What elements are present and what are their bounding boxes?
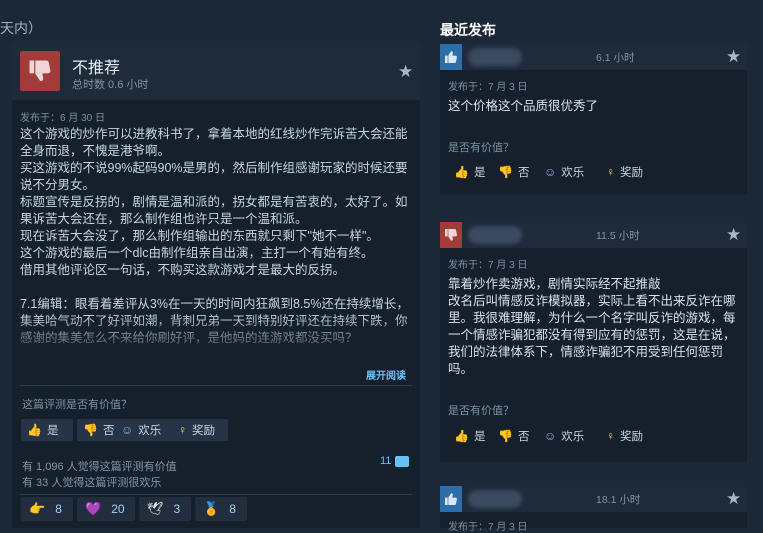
thumbs-down-icon: 👎: [498, 429, 513, 443]
vote-funny-button[interactable]: ☺ 欢乐: [538, 425, 596, 447]
posted-date: 发布于：7 月 3 日: [448, 522, 528, 533]
vote-funny-button[interactable]: ☺ 欢乐: [115, 419, 179, 441]
vote-funny-label: 欢乐: [561, 167, 585, 179]
section-title: 最近发布: [440, 22, 496, 38]
award-badge[interactable]: 🕊 3: [139, 497, 191, 521]
award-count: 8: [55, 502, 62, 516]
thumbs-up-icon: 👍: [454, 429, 469, 443]
star-icon[interactable]: ★: [726, 489, 741, 509]
recent-review-card: 11.5 小时 ★ 发布于：7 月 3 日 靠着炒作卖游戏，剧情实际经不起推敲 …: [440, 222, 747, 462]
award-badge[interactable]: 💜 20: [77, 497, 135, 521]
thumbs-up-icon: 👍: [27, 423, 42, 437]
main-review-card: 不推荐 总时数 0.6 小时 ★ 发布于：6 月 30 日 这个游戏的炒作可以进…: [12, 42, 420, 528]
recent-review-card: 18.1 小时 ★ 发布于：7 月 3 日: [440, 486, 747, 533]
vote-yes-label: 是: [473, 431, 486, 443]
avatar: [468, 490, 522, 508]
thumbs-down-icon: [20, 51, 60, 91]
helpful-question: 这篇评测是否有价值？: [22, 399, 132, 411]
divider: [20, 494, 412, 495]
award-icon: ♀: [606, 429, 615, 443]
posted-date: 发布于：7 月 3 日: [448, 260, 528, 271]
page-title-fragment: 天内）: [0, 20, 42, 36]
review-verdict: 不推荐: [72, 60, 121, 77]
review-header: 不推荐 总时数 0.6 小时 ★: [12, 42, 420, 100]
posted-date: 发布于：6 月 30 日: [20, 113, 106, 124]
award-button[interactable]: ♀ 奖励: [600, 161, 656, 183]
thumbs-down-icon: [440, 222, 462, 248]
avatar: [468, 226, 522, 244]
posted-date: 发布于：7 月 3 日: [448, 82, 528, 93]
award-count: 20: [111, 502, 125, 516]
vote-no-button[interactable]: 👎 否: [492, 161, 536, 183]
award-label: 奖励: [620, 167, 643, 179]
avatar: [468, 48, 522, 66]
star-icon[interactable]: ★: [398, 62, 413, 82]
vote-yes-button[interactable]: 👍 是: [21, 419, 73, 441]
comments-link[interactable]: 11: [380, 455, 410, 467]
award-icon: ♀: [178, 423, 187, 437]
thumbs-up-icon: [440, 486, 462, 512]
heart-hands-icon: 💜: [85, 501, 102, 516]
thumbs-down-icon: 👎: [83, 423, 98, 437]
playtime-hours: 总时数 0.6 小时: [72, 79, 149, 91]
review-text: 这个价格这个品质很优秀了: [448, 99, 599, 113]
funny-count: 有 33 人觉得这篇评测很欢乐: [22, 477, 162, 489]
award-badge[interactable]: 👉 8: [21, 497, 73, 521]
vote-funny-label: 欢乐: [138, 425, 162, 437]
review-header: 6.1 小时 ★: [440, 44, 747, 70]
smiley-icon: ☺: [121, 423, 134, 437]
award-label: 奖励: [620, 431, 643, 443]
award-badge[interactable]: 🏅 8: [195, 497, 247, 521]
playtime-hours: 11.5 小时: [596, 230, 640, 242]
review-header: 11.5 小时 ★: [440, 222, 747, 248]
expand-review-link[interactable]: 展开阅读: [366, 367, 406, 382]
award-count: 8: [229, 502, 236, 516]
thumbs-up-icon: 👍: [454, 165, 469, 179]
star-icon[interactable]: ★: [726, 225, 741, 245]
thumbs-up-icon: [440, 44, 462, 70]
comment-count: 11: [380, 455, 392, 467]
wings-icon: 🕊: [147, 501, 164, 516]
award-label: 奖励: [192, 425, 215, 437]
vote-no-button[interactable]: 👎 否: [492, 425, 536, 447]
smiley-icon: ☺: [544, 429, 557, 443]
award-count: 3: [173, 502, 181, 516]
vote-yes-button[interactable]: 👍 是: [448, 425, 492, 447]
vote-no-label: 否: [102, 425, 115, 437]
vote-funny-button[interactable]: ☺ 欢乐: [538, 161, 596, 183]
vote-funny-label: 欢乐: [561, 431, 585, 443]
review-text: 靠着炒作卖游戏，剧情实际经不起推敲 改名后叫情感反诈模拟器，实际上看不出来反诈在…: [448, 277, 736, 376]
vote-yes-label: 是: [473, 167, 486, 179]
divider: [20, 385, 412, 386]
comment-icon: [395, 455, 410, 467]
vote-yes-label: 是: [46, 425, 59, 437]
helpful-count: 有 1,096 人觉得这篇评测有价值: [22, 461, 177, 473]
helpful-question: 是否有价值？: [448, 405, 514, 417]
vote-no-label: 否: [517, 167, 530, 179]
review-header: 18.1 小时 ★: [440, 486, 747, 512]
text-fade: [12, 314, 420, 358]
review-body: 这个游戏的炒作可以进教科书了，拿着本地的红线炒作完诉苦大会还能全身而退，不愧是港…: [20, 127, 409, 345]
recent-review-card: 6.1 小时 ★ 发布于：7 月 3 日 这个价格这个品质很优秀了 是否有价值？…: [440, 44, 747, 194]
helpful-question: 是否有价值？: [448, 142, 514, 154]
medal-icon: 🏅: [203, 501, 220, 516]
vote-no-label: 否: [517, 431, 530, 443]
hand-icon: 👉: [29, 501, 46, 516]
playtime-hours: 18.1 小时: [596, 494, 641, 506]
playtime-hours: 6.1 小时: [596, 52, 635, 64]
star-icon[interactable]: ★: [726, 47, 741, 67]
vote-yes-button[interactable]: 👍 是: [448, 161, 492, 183]
thumbs-down-icon: 👎: [498, 165, 513, 179]
award-button[interactable]: ♀ 奖励: [600, 425, 656, 447]
award-icon: ♀: [606, 165, 615, 179]
award-button[interactable]: ♀ 奖励: [172, 419, 228, 441]
smiley-icon: ☺: [544, 165, 557, 179]
